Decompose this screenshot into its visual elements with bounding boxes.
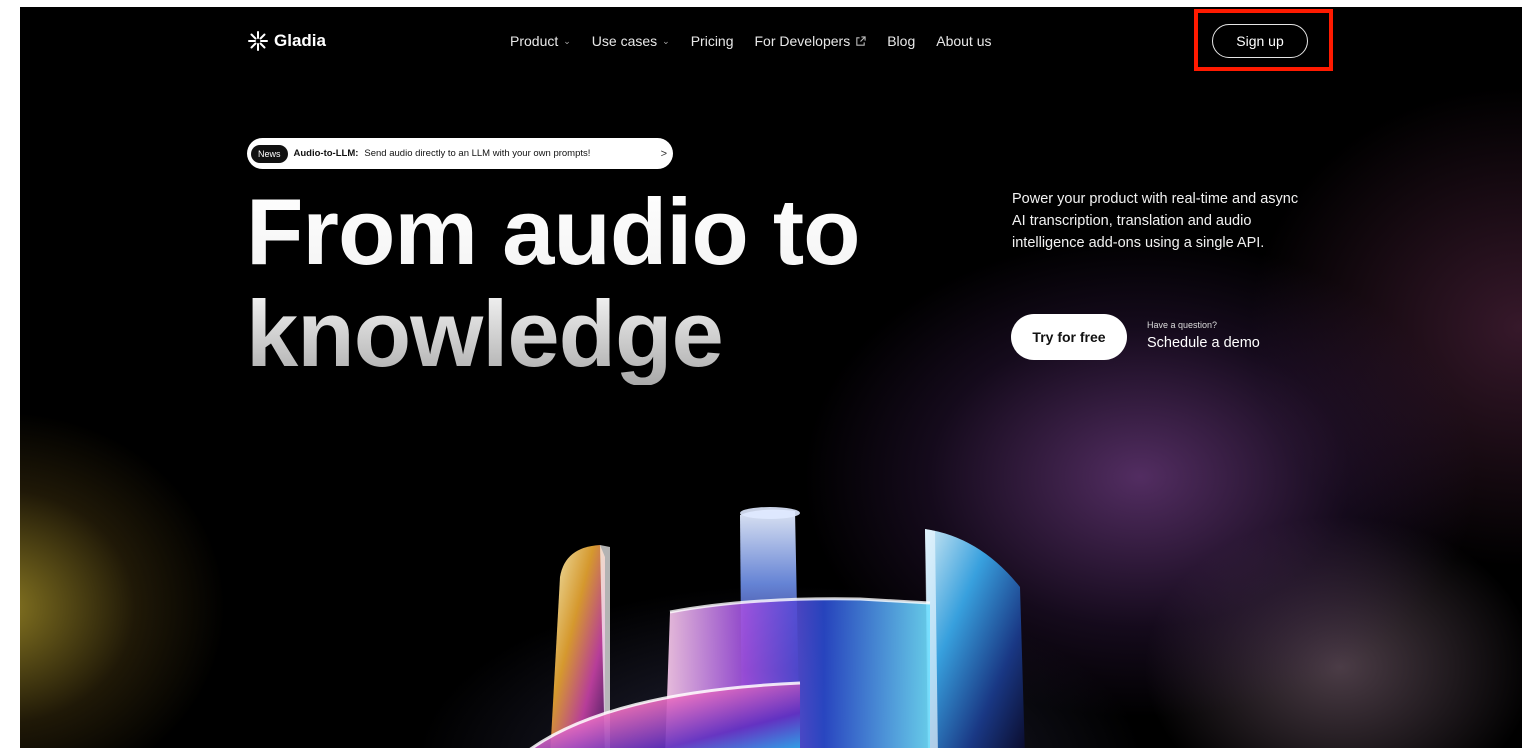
headline-line-1: From audio to (246, 179, 860, 284)
chevron-down-icon: ⌄ (662, 35, 670, 46)
nav-item-label: Pricing (690, 33, 734, 49)
nav-item-label: About us (936, 33, 992, 49)
nav-item-use-cases[interactable]: Use cases ⌄ (592, 33, 670, 49)
nav-item-blog[interactable]: Blog (887, 33, 915, 49)
hero-description: Power your product with real-time and as… (1012, 191, 1299, 251)
page-title: From audio to knowledge (246, 181, 860, 385)
nav-item-label: Product (510, 33, 559, 49)
nav-item-product[interactable]: Product ⌄ (510, 33, 571, 49)
chevron-down-icon: ⌄ (563, 35, 571, 46)
news-title: Audio-to-LLM: (293, 148, 359, 159)
news-text: Send audio directly to an LLM with your … (364, 148, 591, 159)
nav-item-label: Blog (887, 33, 916, 49)
chevron-right-icon: > (660, 147, 667, 160)
news-badge: News (251, 144, 288, 163)
nav-item-label: For Developers (754, 33, 851, 49)
headline-line-2: knowledge (246, 281, 723, 386)
gladia-logo-icon (248, 31, 268, 51)
external-link-icon (856, 35, 866, 46)
news-banner[interactable]: News Audio-to-LLM: Send audio directly t… (247, 138, 673, 169)
brand-logo[interactable]: Gladia (248, 31, 326, 51)
nav-item-about-us[interactable]: About us (936, 33, 991, 49)
nav-item-pricing[interactable]: Pricing (691, 33, 734, 49)
schedule-demo-link[interactable]: Schedule a demo (1147, 335, 1260, 351)
question-label: Have a question? (1147, 320, 1218, 330)
try-for-free-button[interactable]: Try for free (1011, 314, 1127, 360)
nav-item-for-developers[interactable]: For Developers (755, 33, 867, 49)
glass-sculpture-image (529, 507, 1025, 748)
hero-section: Gladia Product ⌄ Use cases ⌄ Pricing For… (20, 7, 1522, 748)
signup-button[interactable]: Sign up (1212, 24, 1308, 58)
main-nav: Product ⌄ Use cases ⌄ Pricing For Develo… (510, 33, 992, 49)
nav-item-label: Use cases (591, 33, 658, 49)
brand-name: Gladia (274, 31, 326, 50)
